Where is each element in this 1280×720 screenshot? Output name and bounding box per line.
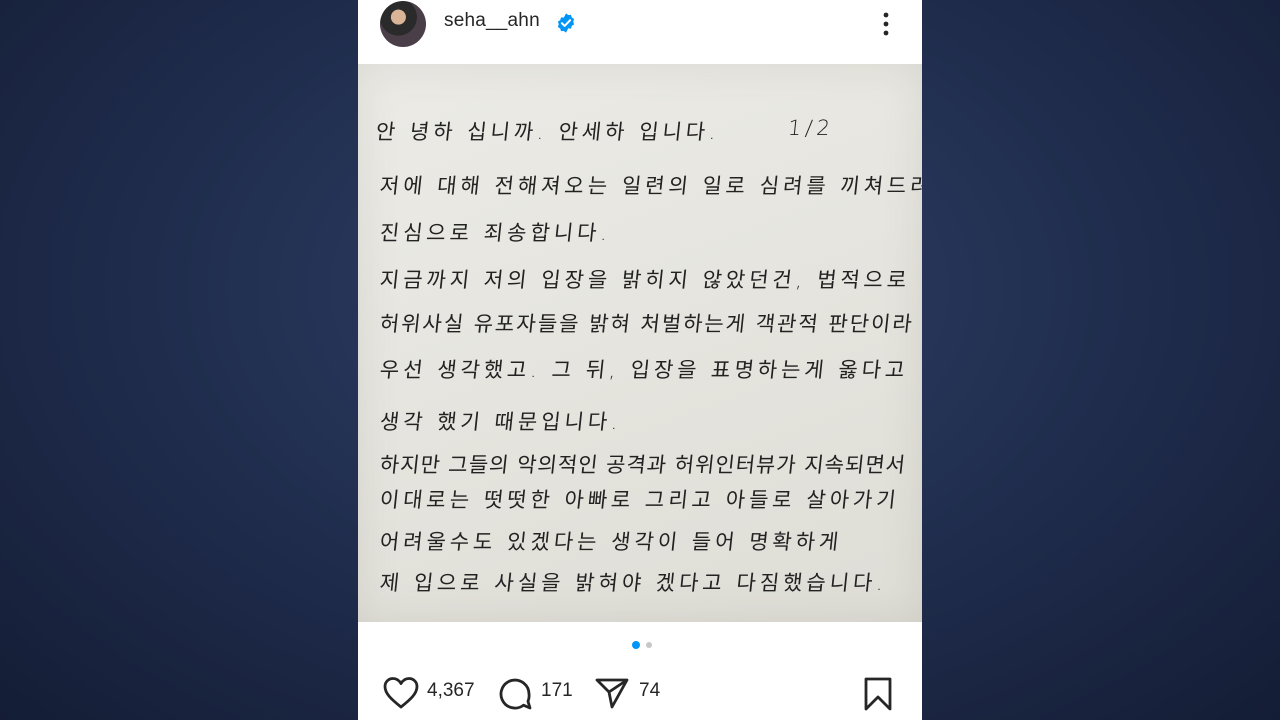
letter-line: 우선 생각했고. 그 뒤, 입장을 표명하는게 옳다고 [378, 358, 910, 382]
letter-line: 지금까지 저의 입장을 밝히지 않았던건, 법적으로 [378, 268, 912, 292]
bookmark-icon[interactable] [862, 676, 894, 712]
letter-line: 생각 했기 때문입니다. [378, 410, 624, 434]
letter-line: 진심으로 죄송합니다. [378, 221, 613, 245]
carousel-dot[interactable] [646, 642, 652, 648]
instagram-post: seha__ahn 안 녕하 십니까. 안세하 입니다. 1/2 저에 대해 전… [358, 0, 922, 720]
verified-badge-icon [557, 13, 575, 33]
letter-line: 하지만 그들의 악의적인 공격과 허위인터뷰가 지속되면서 [378, 453, 908, 477]
letter-line: 저에 대해 전해져오는 일련의 일로 심려를 끼쳐드려 [378, 174, 922, 198]
paper-plane-icon[interactable] [594, 676, 630, 710]
comment-count[interactable]: 171 [541, 680, 573, 702]
heart-icon[interactable] [382, 676, 420, 710]
action-bar: 4,367 171 74 [358, 668, 922, 716]
more-vertical-icon[interactable] [876, 10, 896, 38]
letter-line: 제 입으로 사실을 밝혀야 겠다고 다짐했습니다. [378, 571, 889, 595]
handwritten-letter-photo[interactable]: 안 녕하 십니까. 안세하 입니다. 1/2 저에 대해 전해져오는 일련의 일… [358, 64, 922, 622]
letter-line: 어려울수도 있겠다는 생각이 들어 명확하게 [378, 530, 844, 554]
letter-line: 이대로는 떳떳한 아빠로 그리고 아들로 살아가기 [378, 488, 901, 512]
username[interactable]: seha__ahn [444, 10, 540, 32]
carousel-dot-active[interactable] [632, 641, 640, 649]
page-indicator-text: 1/2 [786, 116, 836, 140]
share-count[interactable]: 74 [639, 680, 660, 702]
like-count[interactable]: 4,367 [427, 680, 475, 702]
comment-bubble-icon[interactable] [497, 676, 533, 712]
post-header: seha__ahn [358, 0, 922, 48]
letter-line: 허위사실 유포자들을 밝혀 처벌하는게 객관적 판단이라 [378, 312, 915, 336]
avatar[interactable] [380, 1, 426, 47]
letter-line: 안 녕하 십니까. 안세하 입니다. [374, 120, 722, 144]
carousel-indicator [632, 641, 662, 649]
